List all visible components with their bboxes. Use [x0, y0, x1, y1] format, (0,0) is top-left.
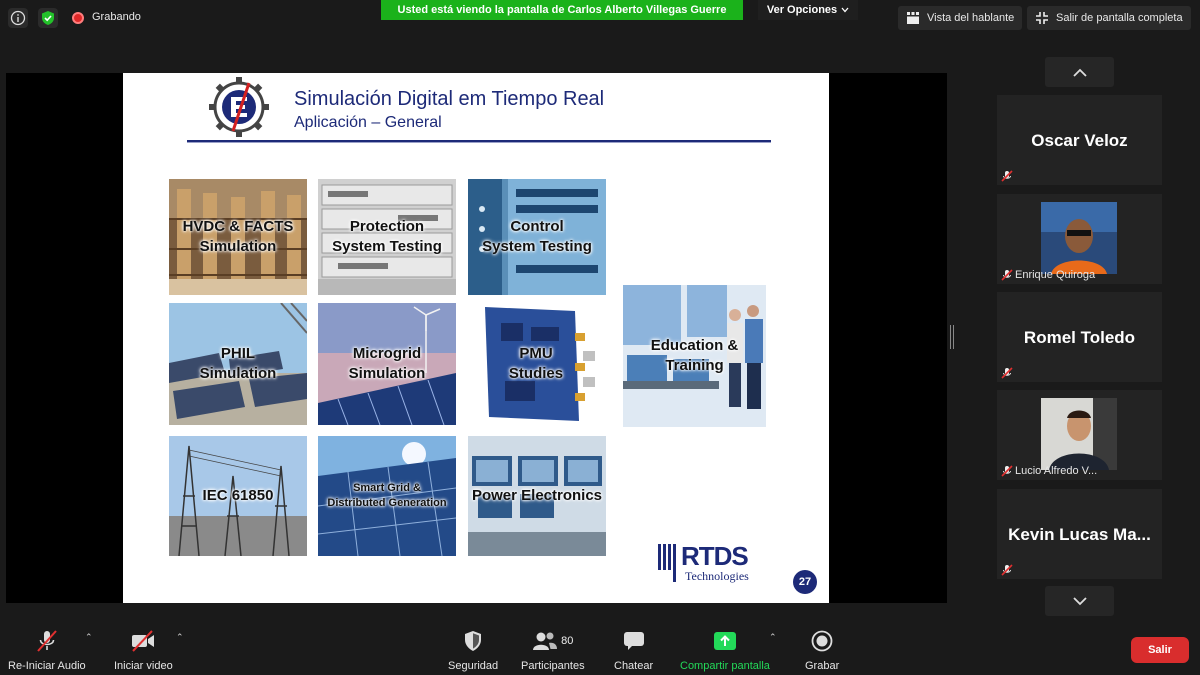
gallery-scroll-down-button[interactable] [1045, 586, 1114, 616]
leave-meeting-button[interactable]: Salir [1131, 637, 1189, 663]
chevron-up-icon [1072, 68, 1087, 77]
view-options-label: Ver Opciones [766, 4, 838, 16]
share-options-caret-icon[interactable]: ⌃ [769, 632, 777, 643]
participant-name: Oscar Veloz [1031, 131, 1128, 150]
participant-tile[interactable]: Enrique Quiroga [997, 194, 1162, 284]
security-button[interactable]: Seguridad [448, 628, 498, 672]
share-screen-icon [713, 632, 736, 650]
slide-subtitle: Aplicación – General [294, 114, 442, 131]
video-off-icon [132, 630, 155, 652]
tile-label: PHIL Simulation [199, 344, 277, 382]
participant-name: Kevin Lucas Ma... [1008, 525, 1151, 544]
slide-page-number: 27 [793, 570, 817, 594]
speaker-view-label: Vista del hablante [927, 12, 1015, 24]
chat-label: Chatear [614, 660, 654, 672]
tile-pmu: PMU Studies [475, 303, 597, 425]
exit-fullscreen-button[interactable]: Salir de pantalla completa [1027, 6, 1191, 30]
mic-muted-icon [1001, 564, 1013, 576]
rtds-logo-text: RTDS [681, 541, 749, 571]
tile-iec61850: IEC 61850 [169, 436, 307, 556]
tile-smart-grid: Smart Grid & Distributed Generation [318, 436, 456, 556]
tile-label: Power Electronics [471, 486, 603, 504]
record-label: Grabar [805, 660, 840, 672]
speaker-view-icon [907, 12, 919, 24]
top-bar: Grabando Usted está viendo la pantalla d… [0, 0, 1200, 36]
participant-name: Enrique Quiroga [1015, 269, 1096, 281]
participant-tile[interactable]: Romel Toledo [997, 292, 1162, 382]
tile-label: Microgrid Simulation [348, 344, 426, 382]
presentation-slide: Simulación Digital em Tiempo Real Aplica… [123, 73, 829, 603]
tile-label: IEC 61850 [202, 486, 274, 504]
share-screen-button[interactable]: Compartir pantalla [680, 628, 770, 672]
info-icon[interactable] [8, 8, 28, 28]
shared-screen: Simulación Digital em Tiempo Real Aplica… [6, 73, 947, 603]
chevron-down-icon [1072, 596, 1087, 605]
record-icon [811, 630, 833, 652]
viewing-banner: Usted está viendo la pantalla de Carlos … [381, 0, 743, 20]
audio-label: Re-Iniciar Audio [8, 660, 86, 672]
audio-options-caret-icon[interactable]: ⌃ [85, 632, 93, 643]
recording-indicator-icon [72, 12, 84, 24]
participant-tile[interactable]: Oscar Veloz [997, 95, 1162, 185]
tile-phil: PHIL Simulation [169, 303, 307, 425]
participant-name: Romel Toledo [1023, 328, 1136, 347]
gallery-scroll-up-button[interactable] [1045, 57, 1114, 87]
institution-logo-icon [209, 77, 269, 137]
tile-protection-testing: Protection System Testing [318, 179, 456, 295]
exit-fullscreen-icon [1036, 12, 1048, 24]
rtds-logo-subtext: Technologies [685, 569, 749, 583]
tile-label: Protection System Testing [332, 217, 442, 255]
participants-label: Participantes [521, 660, 585, 672]
mic-muted-icon [37, 630, 57, 652]
video-button[interactable]: Iniciar video [114, 628, 173, 672]
tile-label: HVDC & FACTS Simulation [182, 217, 294, 255]
panel-resize-handle[interactable] [950, 325, 954, 349]
participants-button[interactable]: 80 Participantes [521, 628, 585, 672]
participant-video [1041, 398, 1117, 470]
meeting-toolbar: Re-Iniciar Audio ⌃ Iniciar video ⌃ Segur… [0, 620, 1200, 675]
tile-microgrid: Microgrid Simulation [318, 303, 456, 425]
video-options-caret-icon[interactable]: ⌃ [176, 632, 184, 643]
security-shield-icon[interactable] [38, 8, 58, 28]
tile-label: Education & Training [650, 336, 739, 374]
record-button[interactable]: Grabar [805, 628, 839, 672]
mic-muted-icon [1001, 269, 1013, 281]
mic-muted-icon [1001, 465, 1013, 477]
participant-video [1041, 202, 1117, 274]
view-options-button[interactable]: Ver Opciones [758, 0, 858, 20]
rtds-logo-icon [658, 544, 676, 582]
tile-hvdc-facts: HVDC & FACTS Simulation [169, 179, 307, 295]
tile-label: PMU Studies [508, 344, 564, 382]
tile-education: Education & Training [623, 285, 766, 427]
speaker-view-button[interactable]: Vista del hablante [898, 6, 1023, 30]
chat-icon [623, 632, 644, 650]
video-label: Iniciar video [114, 660, 173, 672]
mic-muted-icon [1001, 170, 1013, 182]
tile-label: Control System Testing [482, 217, 592, 255]
chat-button[interactable]: Chatear [614, 628, 653, 672]
participant-tile[interactable]: Kevin Lucas Ma... [997, 489, 1162, 579]
security-label: Seguridad [448, 660, 499, 672]
participants-icon [533, 632, 558, 650]
title-divider [187, 140, 771, 143]
mic-muted-icon [1001, 367, 1013, 379]
exit-fullscreen-label: Salir de pantalla completa [1056, 12, 1183, 24]
shield-icon [465, 631, 482, 651]
participant-tile[interactable]: Lucio Alfredo V... [997, 390, 1162, 480]
tile-label: Smart Grid & Distributed Generation [327, 482, 447, 509]
share-screen-label: Compartir pantalla [680, 660, 770, 672]
tile-control-testing: Control System Testing [468, 179, 606, 295]
audio-button[interactable]: Re-Iniciar Audio [8, 628, 86, 672]
participants-count: 80 [561, 635, 574, 647]
slide-title: Simulación Digital em Tiempo Real [294, 88, 605, 110]
tile-power-electronics: Power Electronics [468, 436, 606, 556]
participant-name: Lucio Alfredo V... [1015, 465, 1098, 477]
chevron-down-icon [841, 7, 849, 13]
recording-label: Grabando [92, 11, 141, 23]
